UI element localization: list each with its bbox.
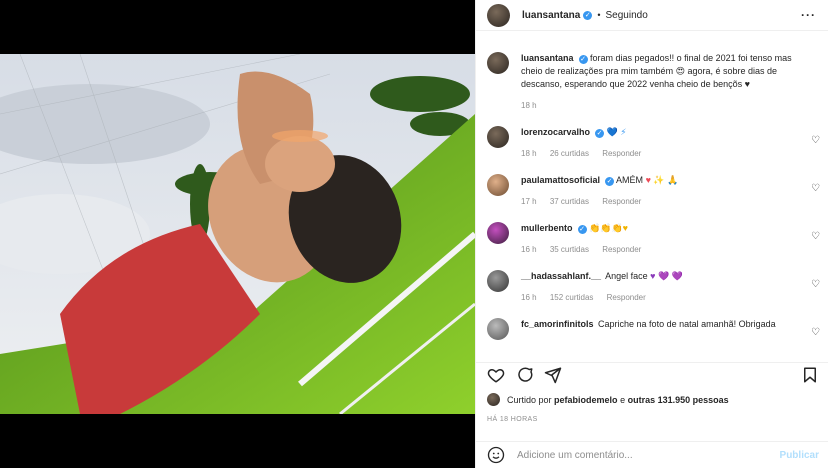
comment-time[interactable]: 18 h — [521, 149, 537, 158]
comment-item: mullerbento ✓ 👏👏👏♥ 16 h 35 curtidas Respo… — [476, 222, 828, 256]
comment-emoji: 👏👏👏♥ — [589, 223, 628, 233]
likes-summary: Curtido por pefabiodemelo e outras 131.9… — [487, 393, 729, 406]
verified-icon: ✓ — [578, 55, 588, 64]
comment-emoji: ♥ 💜 💜 — [650, 271, 683, 281]
commenter-avatar[interactable] — [487, 270, 509, 292]
separator-dot: • — [597, 10, 601, 20]
comment-item: __hadassahlanf.__ Angel face ♥ 💜 💜 16 h … — [476, 270, 828, 304]
reply-link[interactable]: Responder — [602, 245, 641, 254]
commenter-avatar[interactable] — [487, 222, 509, 244]
reply-link[interactable]: Responder — [602, 197, 641, 206]
comments-list[interactable]: luansantana ✓ foram dias pegados!! o fina… — [476, 44, 828, 351]
commenter-avatar[interactable] — [487, 126, 509, 148]
caption: luansantana ✓ foram dias pegados!! o fina… — [476, 52, 828, 112]
follow-status[interactable]: Seguindo — [606, 10, 648, 21]
heart-icon[interactable] — [487, 366, 505, 384]
author-username[interactable]: luansantana — [522, 10, 580, 21]
reply-link[interactable]: Responder — [602, 149, 641, 158]
media-panel — [0, 0, 475, 468]
likes-prefix: Curtido por — [507, 394, 552, 405]
comment-likes[interactable]: 152 curtidas — [550, 293, 594, 302]
author-avatar[interactable] — [487, 52, 509, 74]
comment-icon[interactable] — [516, 366, 534, 384]
comment-emoji: ♥ ✨ 🙏 — [645, 175, 679, 185]
heart-icon[interactable]: ♡ — [811, 280, 821, 290]
verified-icon: ✓ — [583, 10, 593, 20]
liker-avatar[interactable] — [487, 393, 500, 406]
comment-username[interactable]: paulamattosoficial — [521, 175, 600, 185]
comment-username[interactable]: fc_amorinfinitols — [521, 319, 594, 329]
comment-likes[interactable]: 37 curtidas — [550, 197, 589, 206]
post-photo[interactable] — [0, 54, 475, 414]
post-sidebar: luansantana ✓ • Seguindo ··· luansantana… — [475, 0, 828, 468]
heart-icon[interactable]: ♡ — [811, 136, 821, 146]
liker-username[interactable]: pefabiodemelo — [554, 395, 618, 405]
caption-time[interactable]: 18 h — [521, 101, 537, 110]
reply-link[interactable]: Responder — [607, 293, 646, 302]
comment-input[interactable]: Adicione um comentário... — [517, 450, 633, 461]
add-comment-bar: Adicione um comentário... Publicar — [476, 441, 828, 468]
comment-item: fc_amorinfinitols Capriche na foto de na… — [476, 318, 828, 340]
heart-icon[interactable]: ♡ — [811, 328, 821, 338]
photo-image — [0, 54, 475, 414]
comment-likes[interactable]: 35 curtidas — [550, 245, 589, 254]
post-timestamp[interactable]: HÁ 18 HORAS — [487, 416, 538, 423]
commenter-avatar[interactable] — [487, 318, 509, 340]
comment-time[interactable]: 17 h — [521, 197, 537, 206]
comment-text: Angel face — [605, 271, 648, 281]
comment-username[interactable]: lorenzocarvalho — [521, 127, 590, 137]
comment-likes[interactable]: 26 curtidas — [550, 149, 589, 158]
likes-others[interactable]: outras 131.950 pessoas — [628, 395, 729, 405]
author-avatar[interactable] — [487, 3, 510, 27]
verified-icon: ✓ — [605, 177, 615, 186]
publish-button[interactable]: Publicar — [780, 450, 819, 461]
emoji-icon[interactable] — [487, 446, 505, 464]
more-icon[interactable]: ··· — [801, 8, 816, 22]
comment-item: lorenzocarvalho ✓ 💙 ⚡ 18 h 26 curtidas Re… — [476, 126, 828, 160]
share-icon[interactable] — [544, 366, 562, 384]
comment-text: AMÉM — [616, 175, 644, 185]
comment-username[interactable]: mullerbento — [521, 223, 573, 233]
comment-time[interactable]: 16 h — [521, 293, 537, 302]
verified-icon: ✓ — [595, 129, 605, 138]
heart-icon[interactable]: ♡ — [811, 232, 821, 242]
comment-time[interactable]: 16 h — [521, 245, 537, 254]
comment-username[interactable]: __hadassahlanf.__ — [521, 271, 601, 281]
commenter-avatar[interactable] — [487, 174, 509, 196]
heart-icon[interactable]: ♡ — [811, 184, 821, 194]
post-header: luansantana ✓ • Seguindo ··· — [476, 0, 828, 31]
bookmark-icon[interactable] — [801, 366, 819, 384]
likes-and: e — [620, 394, 626, 405]
comment-item: paulamattosoficial ✓ AMÉM ♥ ✨ 🙏 17 h 37 c… — [476, 174, 828, 208]
caption-username[interactable]: luansantana — [521, 53, 574, 63]
action-bar — [476, 362, 828, 384]
comment-text: Capriche na foto de natal amanhã! Obriga… — [598, 319, 776, 329]
verified-icon: ✓ — [577, 225, 587, 234]
comment-emoji: 💙 ⚡ — [606, 127, 627, 137]
